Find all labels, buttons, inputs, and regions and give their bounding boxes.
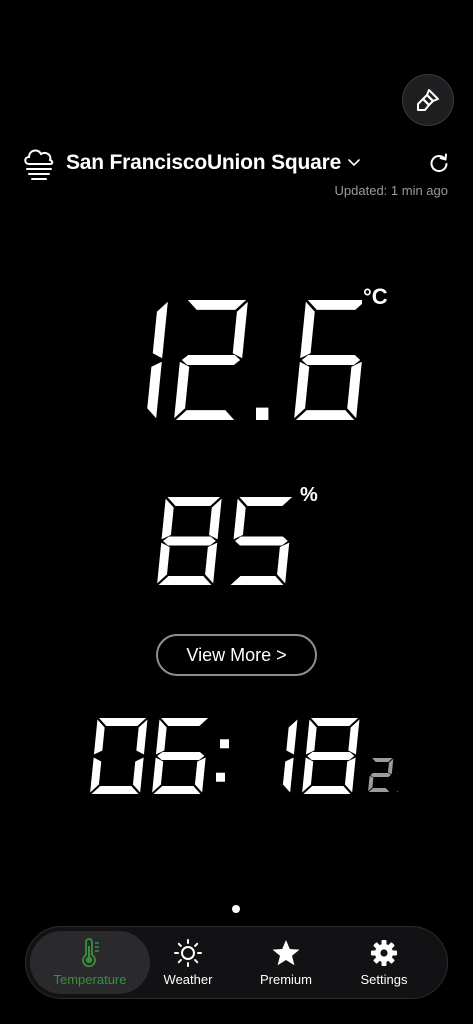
digit-segment — [163, 536, 216, 546]
digit-segment — [307, 300, 362, 310]
digit-segment — [311, 718, 359, 726]
chevron-down-icon — [347, 158, 361, 168]
digit-segment — [153, 786, 201, 794]
digit-segment — [282, 757, 294, 793]
temperature-decimal-point — [256, 407, 269, 420]
digit-segment — [235, 536, 288, 546]
digit-segment — [152, 301, 168, 359]
temperature-display — [147, 300, 362, 420]
digit-segment — [99, 718, 147, 726]
updated-timestamp: Updated: 1 min ago — [334, 183, 448, 198]
clock-digit — [282, 719, 298, 793]
temperature-unit: °C — [363, 284, 388, 309]
clock-digit — [90, 718, 148, 794]
clock-digit — [302, 718, 360, 794]
view-more-button[interactable]: View More > — [156, 634, 317, 676]
digit-segment — [344, 757, 356, 793]
digit-segment — [295, 410, 355, 420]
digit-segment — [305, 719, 317, 755]
digit-segment — [303, 786, 351, 794]
digit-segment — [301, 355, 361, 365]
temperature-digit — [294, 300, 362, 420]
digit-segment — [147, 361, 162, 419]
tab-weather[interactable]: Weather — [140, 931, 236, 994]
clock-digit — [152, 718, 209, 794]
digit-segment — [175, 410, 235, 420]
digit-segment — [233, 498, 246, 540]
humidity-display — [157, 497, 293, 585]
digit-segment — [167, 497, 221, 506]
gear-icon — [371, 940, 397, 966]
digit-segment — [300, 301, 315, 359]
digit-segment — [277, 542, 290, 584]
location-name: San FranciscoUnion Square — [66, 151, 342, 174]
star-icon — [272, 940, 300, 966]
digit-segment — [230, 576, 284, 585]
temperature-digit — [174, 300, 248, 420]
digit-segment — [174, 361, 190, 419]
tab-temperature-label: Temperature — [53, 972, 127, 987]
digit-segment — [132, 757, 144, 793]
digit-segment — [157, 752, 205, 760]
clock-colon-top — [220, 739, 229, 749]
digit-segment — [205, 542, 218, 584]
digit-segment — [161, 718, 209, 726]
humidity-unit: % — [300, 484, 318, 506]
clock-seconds-digit — [368, 758, 394, 792]
clock-display — [90, 718, 398, 794]
temperature-digit — [147, 301, 168, 419]
tab-settings-label: Settings — [360, 972, 408, 987]
digit-segment — [161, 498, 174, 540]
digit-segment — [239, 497, 293, 506]
location-selector[interactable]: San FranciscoUnion Square — [22, 144, 361, 182]
theme-brush-button[interactable] — [402, 74, 454, 126]
digit-segment — [194, 757, 206, 793]
humidity-digit — [157, 497, 222, 585]
page-indicator-dot — [232, 905, 240, 913]
digit-segment — [347, 361, 362, 419]
digit-segment — [370, 773, 391, 777]
refresh-icon — [430, 153, 448, 173]
digit-segment — [232, 301, 248, 359]
digit-segment — [396, 790, 398, 792]
clock-colon-bottom — [216, 772, 225, 782]
humidity-digit — [230, 497, 293, 585]
thermometer-icon — [82, 938, 99, 968]
tab-premium[interactable]: Premium — [238, 931, 334, 994]
digit-segment — [368, 788, 390, 792]
tab-weather-label: Weather — [163, 972, 213, 987]
sun-icon — [174, 939, 202, 967]
clock-seconds-digit — [396, 772, 398, 792]
digit-segment — [286, 719, 298, 755]
refresh-button[interactable] — [426, 150, 452, 176]
tab-temperature[interactable]: Temperature — [30, 931, 150, 994]
tab-settings[interactable]: Settings — [336, 931, 432, 994]
digit-segment — [93, 719, 105, 755]
digit-segment — [372, 758, 393, 762]
digit-segment — [155, 719, 167, 755]
digit-segment — [187, 300, 247, 310]
digit-segment — [91, 786, 139, 794]
digit-segment — [294, 361, 310, 419]
digit-segment — [158, 576, 212, 585]
tab-bar: Temperature Weather Premium Settings — [25, 926, 448, 999]
tab-premium-label: Premium — [259, 972, 312, 987]
paintbrush-icon — [417, 89, 439, 111]
digit-segment — [307, 752, 355, 760]
digit-segment — [181, 355, 241, 365]
cloud-fog-icon — [24, 149, 54, 180]
